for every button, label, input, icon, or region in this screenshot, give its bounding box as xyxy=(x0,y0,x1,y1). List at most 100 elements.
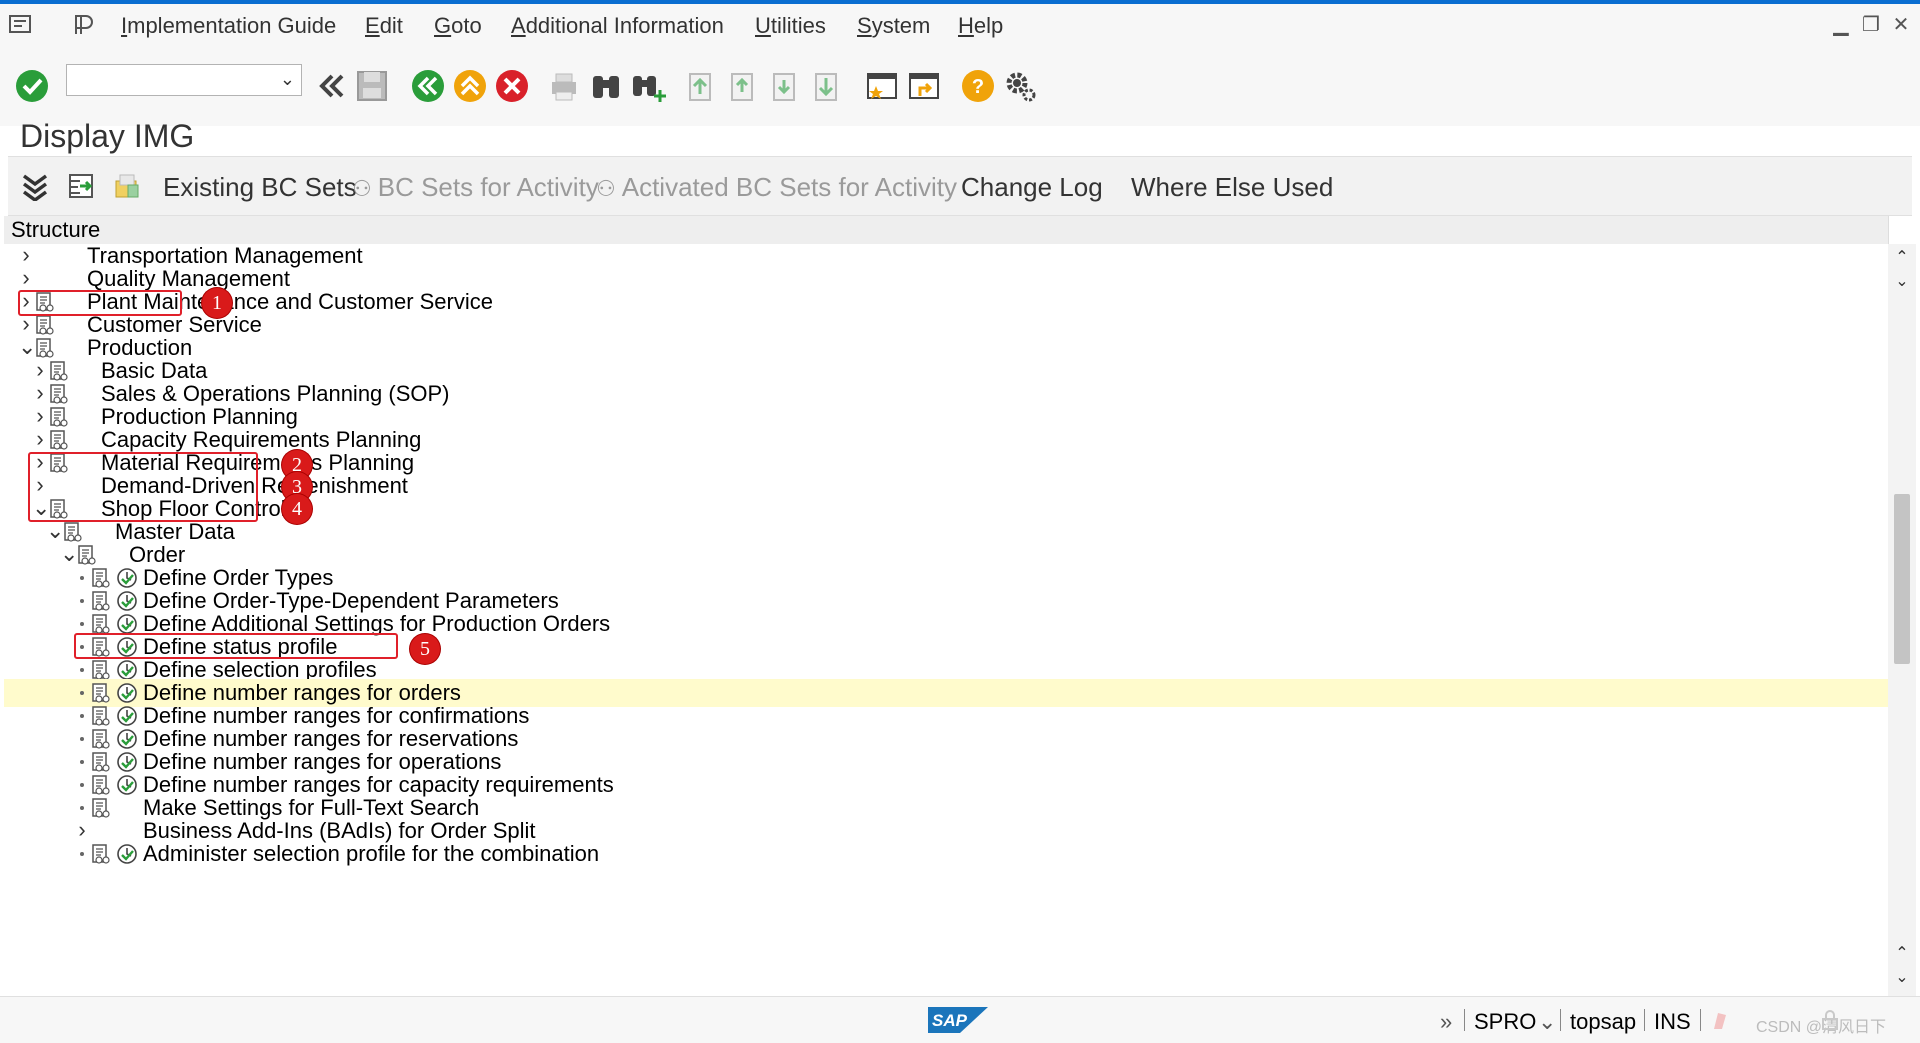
next-page-icon[interactable] xyxy=(764,66,804,106)
documentation-icon[interactable] xyxy=(48,383,70,405)
documentation-icon[interactable] xyxy=(34,337,56,359)
svg-text:?: ? xyxy=(972,76,984,98)
standard-toolbar: ⌄ ? xyxy=(0,46,1920,126)
status-separator xyxy=(1560,1009,1561,1031)
leaf-bullet xyxy=(80,806,84,810)
previous-page-icon[interactable] xyxy=(722,66,762,106)
documentation-icon[interactable] xyxy=(90,774,112,796)
execute-activity-icon[interactable] xyxy=(116,682,138,704)
documentation-icon[interactable] xyxy=(48,429,70,451)
menu-additional-information[interactable]: Additional Information xyxy=(511,13,724,39)
annotation-badge-4: 4 xyxy=(282,494,312,524)
execute-activity-icon[interactable] xyxy=(116,728,138,750)
leaf-bullet xyxy=(80,691,84,695)
menu-bar: Implementation Guide Edit Goto Additiona… xyxy=(0,4,1920,46)
documentation-icon[interactable] xyxy=(90,705,112,727)
print-icon[interactable] xyxy=(544,66,584,106)
first-page-icon[interactable] xyxy=(680,66,720,106)
find-icon[interactable] xyxy=(586,66,626,106)
gear-icon[interactable] xyxy=(1000,66,1040,106)
execute-activity-icon[interactable] xyxy=(116,659,138,681)
red-cancel-icon[interactable] xyxy=(492,66,532,106)
restore-icon[interactable]: ❐ xyxy=(1860,14,1882,36)
page-down-icon[interactable]: ⌄ xyxy=(1894,274,1910,290)
documentation-icon[interactable] xyxy=(90,590,112,612)
page-title: Display IMG xyxy=(20,118,195,154)
application-toolbar: Existing BC Sets ⚇ BC Sets for Activity ⚇… xyxy=(8,156,1912,216)
execute-activity-icon[interactable] xyxy=(116,774,138,796)
green-back-icon[interactable] xyxy=(408,66,448,106)
minimize-icon[interactable]: ▁ xyxy=(1830,14,1852,36)
img-structure-tree: › Transportation Management › Quality Manag… xyxy=(4,244,1888,996)
leaf-bullet xyxy=(80,576,84,580)
documentation-icon[interactable] xyxy=(48,406,70,428)
green-check-icon[interactable] xyxy=(14,68,50,104)
scrollbar-thumb[interactable] xyxy=(1894,494,1910,664)
documentation-icon[interactable] xyxy=(34,314,56,336)
menu-goto[interactable]: Goto xyxy=(434,13,482,39)
scroll-up-icon[interactable]: ⌃ xyxy=(1894,250,1910,266)
execute-activity-icon[interactable] xyxy=(116,567,138,589)
documentation-icon[interactable] xyxy=(90,659,112,681)
last-page-icon[interactable] xyxy=(806,66,846,106)
yellow-up-icon[interactable] xyxy=(450,66,490,106)
page-up-icon[interactable]: ⌃ xyxy=(1894,946,1910,962)
position-icon[interactable] xyxy=(66,171,96,201)
chevron-down-icon[interactable]: ⌄ xyxy=(280,69,295,90)
double-chevron-left-icon[interactable] xyxy=(312,66,352,106)
execute-activity-icon[interactable] xyxy=(116,751,138,773)
leaf-bullet xyxy=(80,737,84,741)
tree-row[interactable]: Administer selection profile for the com… xyxy=(4,840,1888,868)
bc-set-icon[interactable] xyxy=(112,171,142,201)
leaf-bullet xyxy=(80,668,84,672)
command-field[interactable]: ⌄ xyxy=(66,64,302,96)
documentation-icon[interactable] xyxy=(90,613,112,635)
lock-icon xyxy=(1822,1010,1838,1030)
documentation-icon[interactable] xyxy=(90,751,112,773)
documentation-icon[interactable] xyxy=(48,360,70,382)
documentation-icon[interactable] xyxy=(90,797,112,819)
vertical-scrollbar[interactable]: ⌃ ⌄ ⌃ ⌄ xyxy=(1888,244,1916,996)
annotation-box-shop-floor-order xyxy=(28,452,258,522)
where-else-used-button[interactable]: Where Else Used xyxy=(1131,172,1333,203)
execute-activity-icon[interactable] xyxy=(116,590,138,612)
save-icon[interactable] xyxy=(352,66,392,106)
sap-p-icon[interactable] xyxy=(70,12,96,38)
menu-edit[interactable]: Edit xyxy=(365,13,403,39)
execute-activity-icon[interactable] xyxy=(116,705,138,727)
expand-all-icon[interactable] xyxy=(20,171,50,201)
documentation-icon[interactable] xyxy=(76,544,98,566)
execute-activity-icon[interactable] xyxy=(116,843,138,865)
activated-bc-sets-label: Activated BC Sets for Activity xyxy=(621,172,957,202)
menu-help[interactable]: Help xyxy=(958,13,1003,39)
change-log-button[interactable]: Change Log xyxy=(961,172,1103,203)
find-next-icon[interactable] xyxy=(628,66,668,106)
create-session-icon[interactable] xyxy=(862,66,902,106)
status-expand-icon[interactable]: » xyxy=(1440,1009,1452,1035)
glasses-icon: ⚇ xyxy=(352,176,372,201)
documentation-icon[interactable] xyxy=(90,567,112,589)
shortcut-icon[interactable] xyxy=(904,66,944,106)
documentation-icon[interactable] xyxy=(90,728,112,750)
menu-icon[interactable] xyxy=(8,12,34,38)
documentation-icon[interactable] xyxy=(62,521,84,543)
execute-activity-icon[interactable] xyxy=(116,613,138,635)
scroll-down-icon[interactable]: ⌄ xyxy=(1894,970,1910,986)
annotation-badge-1: 1 xyxy=(202,288,232,318)
status-separator xyxy=(1464,1009,1465,1031)
structure-header: Structure xyxy=(4,216,1888,244)
close-icon[interactable]: ✕ xyxy=(1890,14,1912,36)
bc-sets-for-activity-button[interactable]: ⚇ BC Sets for Activity xyxy=(352,172,599,203)
documentation-icon[interactable] xyxy=(90,843,112,865)
activated-bc-sets-button[interactable]: ⚇ Activated BC Sets for Activity xyxy=(596,172,957,203)
status-flag-icon xyxy=(1714,1013,1726,1029)
annotation-badge-5: 5 xyxy=(410,634,440,664)
menu-implementation-guide[interactable]: Implementation Guide xyxy=(121,13,336,39)
menu-utilities[interactable]: Utilities xyxy=(755,13,826,39)
documentation-icon[interactable] xyxy=(90,682,112,704)
tree-node-label[interactable]: Administer selection profile for the com… xyxy=(143,841,599,867)
chevron-down-icon[interactable]: ⌄ xyxy=(1538,1009,1556,1035)
existing-bc-sets-button[interactable]: Existing BC Sets xyxy=(163,172,357,203)
yellow-help-icon[interactable]: ? xyxy=(958,66,998,106)
menu-system[interactable]: System xyxy=(857,13,930,39)
